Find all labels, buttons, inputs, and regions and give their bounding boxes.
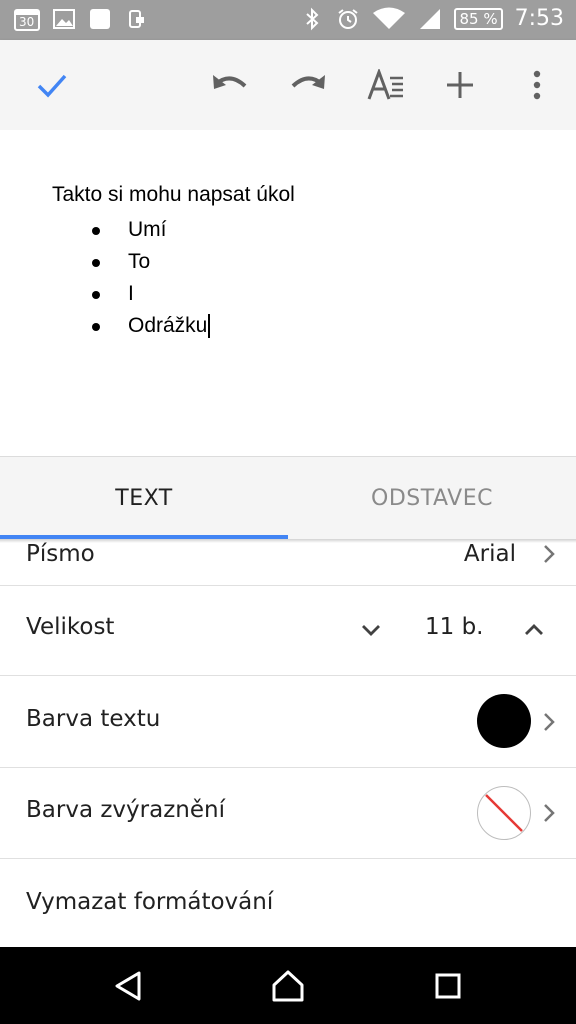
font-value: Arial <box>463 541 516 567</box>
size-increase-button[interactable] <box>523 623 545 637</box>
status-bar: 30 85 % 7:53 <box>0 0 576 40</box>
redo-button[interactable] <box>284 61 332 109</box>
plus-icon <box>447 72 473 98</box>
bullet-item[interactable]: I <box>90 278 210 310</box>
font-label: Písmo <box>26 541 95 567</box>
bullet-item[interactable]: Odrážku <box>90 310 211 342</box>
bullet-dot <box>92 227 100 235</box>
bullet-list[interactable]: Umí To I Odrážku <box>90 214 211 342</box>
chevron-right-icon <box>544 713 555 731</box>
size-decrease-button[interactable] <box>360 623 382 637</box>
document-body[interactable]: Takto si mohu napsat úkol Umí To I Odráž… <box>0 130 576 456</box>
more-vert-icon <box>533 70 541 100</box>
editor-toolbar <box>0 40 576 130</box>
no-color-slash-icon <box>485 794 523 832</box>
phone-icon <box>129 10 144 28</box>
clock: 7:53 <box>514 6 564 31</box>
tab-text-label: TEXT <box>115 485 173 511</box>
undo-icon <box>213 75 247 89</box>
text-color-row[interactable]: Barva textu <box>0 676 576 768</box>
bullet-item[interactable]: To <box>90 246 210 278</box>
back-icon <box>115 971 141 1001</box>
bullet-text: Umí <box>128 218 167 241</box>
text-cursor <box>208 314 211 339</box>
chevron-right-icon <box>544 804 555 822</box>
alarm-icon <box>338 8 359 29</box>
check-icon <box>37 74 67 98</box>
bullet-item[interactable]: Umí <box>90 214 210 246</box>
size-value: 11 b. <box>425 614 484 640</box>
insert-button[interactable] <box>436 61 484 109</box>
text-color-swatch <box>477 694 531 748</box>
tab-paragraph-label: ODSTAVEC <box>371 485 493 511</box>
bullet-dot <box>92 259 100 267</box>
text-color-label: Barva textu <box>26 706 161 732</box>
size-row: Velikost 11 b. <box>0 585 576 676</box>
tab-text[interactable]: TEXT <box>0 457 288 539</box>
tab-paragraph[interactable]: ODSTAVEC <box>288 457 576 539</box>
clear-formatting-row[interactable]: Vymazat formátování <box>0 859 576 948</box>
chevron-right-icon <box>544 545 555 563</box>
bullet-text: To <box>128 250 151 273</box>
home-icon <box>272 970 304 1002</box>
battery-level: 85 % <box>459 9 498 28</box>
text-format-button[interactable] <box>362 61 410 109</box>
recents-icon <box>435 973 461 999</box>
document-line[interactable]: Takto si mohu napsat úkol <box>52 183 295 207</box>
clear-formatting-label: Vymazat formátování <box>26 889 274 915</box>
redo-icon <box>291 75 325 89</box>
no-color-swatch <box>477 786 531 840</box>
battery-icon: 85 % <box>454 7 503 30</box>
more-options-button[interactable] <box>513 61 561 109</box>
tabs-shadow <box>0 539 576 543</box>
bullet-dot <box>92 323 100 331</box>
format-options-list[interactable]: Písmo Arial Velikost 11 b. Barva textu B… <box>0 539 576 948</box>
navigation-bar <box>0 947 576 1024</box>
highlight-color-label: Barva zvýraznění <box>26 797 225 823</box>
text-format-icon <box>367 69 403 100</box>
bullet-text: Odrážku <box>128 314 208 337</box>
size-label: Velikost <box>26 614 115 640</box>
recents-button[interactable] <box>420 961 476 1011</box>
bullet-dot <box>92 291 100 299</box>
bluetooth-icon <box>306 7 319 30</box>
done-button[interactable] <box>28 61 76 109</box>
format-tabs: TEXT ODSTAVEC <box>0 457 576 539</box>
back-button[interactable] <box>100 961 156 1011</box>
home-button[interactable] <box>260 961 316 1011</box>
calendar-day: 30 <box>19 15 35 29</box>
undo-button[interactable] <box>206 61 254 109</box>
image-icon <box>53 9 75 29</box>
bullet-text: I <box>128 282 134 305</box>
wifi-icon <box>373 7 406 29</box>
signal-icon <box>420 8 441 29</box>
format-panel: TEXT ODSTAVEC Písmo Arial Velikost 11 b.… <box>0 456 576 948</box>
app-icon <box>90 9 110 29</box>
font-row[interactable]: Písmo Arial <box>0 539 576 586</box>
calendar-icon: 30 <box>14 7 40 31</box>
highlight-color-row[interactable]: Barva zvýraznění <box>0 768 576 859</box>
